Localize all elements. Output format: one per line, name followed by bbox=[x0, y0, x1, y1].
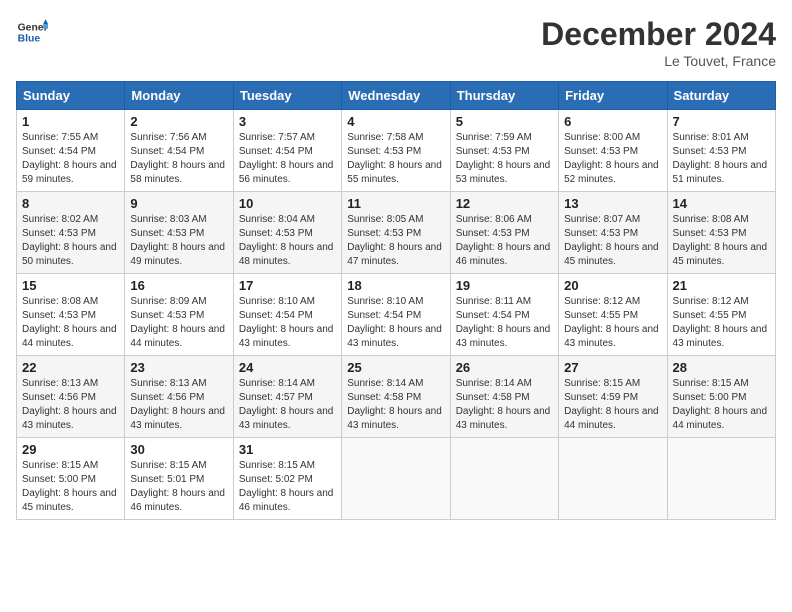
calendar-cell: 23Sunrise: 8:13 AM Sunset: 4:56 PM Dayli… bbox=[125, 356, 233, 438]
calendar-cell: 20Sunrise: 8:12 AM Sunset: 4:55 PM Dayli… bbox=[559, 274, 667, 356]
calendar-cell: 25Sunrise: 8:14 AM Sunset: 4:58 PM Dayli… bbox=[342, 356, 450, 438]
calendar-cell: 15Sunrise: 8:08 AM Sunset: 4:53 PM Dayli… bbox=[17, 274, 125, 356]
calendar-cell: 3Sunrise: 7:57 AM Sunset: 4:54 PM Daylig… bbox=[233, 110, 341, 192]
calendar-cell: 16Sunrise: 8:09 AM Sunset: 4:53 PM Dayli… bbox=[125, 274, 233, 356]
calendar-cell bbox=[342, 438, 450, 520]
calendar-week-4: 22Sunrise: 8:13 AM Sunset: 4:56 PM Dayli… bbox=[17, 356, 776, 438]
weekday-header-saturday: Saturday bbox=[667, 82, 775, 110]
weekday-header-thursday: Thursday bbox=[450, 82, 558, 110]
weekday-header-row: SundayMondayTuesdayWednesdayThursdayFrid… bbox=[17, 82, 776, 110]
weekday-header-tuesday: Tuesday bbox=[233, 82, 341, 110]
calendar-cell: 9Sunrise: 8:03 AM Sunset: 4:53 PM Daylig… bbox=[125, 192, 233, 274]
calendar-cell: 19Sunrise: 8:11 AM Sunset: 4:54 PM Dayli… bbox=[450, 274, 558, 356]
calendar-cell: 4Sunrise: 7:58 AM Sunset: 4:53 PM Daylig… bbox=[342, 110, 450, 192]
location: Le Touvet, France bbox=[541, 53, 776, 69]
weekday-header-monday: Monday bbox=[125, 82, 233, 110]
logo: General Blue bbox=[16, 16, 48, 48]
calendar-table: SundayMondayTuesdayWednesdayThursdayFrid… bbox=[16, 81, 776, 520]
calendar-cell bbox=[450, 438, 558, 520]
calendar-cell: 29Sunrise: 8:15 AM Sunset: 5:00 PM Dayli… bbox=[17, 438, 125, 520]
calendar-cell: 24Sunrise: 8:14 AM Sunset: 4:57 PM Dayli… bbox=[233, 356, 341, 438]
calendar-cell: 21Sunrise: 8:12 AM Sunset: 4:55 PM Dayli… bbox=[667, 274, 775, 356]
calendar-cell: 17Sunrise: 8:10 AM Sunset: 4:54 PM Dayli… bbox=[233, 274, 341, 356]
calendar-cell: 6Sunrise: 8:00 AM Sunset: 4:53 PM Daylig… bbox=[559, 110, 667, 192]
calendar-cell: 18Sunrise: 8:10 AM Sunset: 4:54 PM Dayli… bbox=[342, 274, 450, 356]
month-title: December 2024 bbox=[541, 16, 776, 53]
calendar-cell: 5Sunrise: 7:59 AM Sunset: 4:53 PM Daylig… bbox=[450, 110, 558, 192]
weekday-header-wednesday: Wednesday bbox=[342, 82, 450, 110]
calendar-cell: 7Sunrise: 8:01 AM Sunset: 4:53 PM Daylig… bbox=[667, 110, 775, 192]
calendar-week-1: 1Sunrise: 7:55 AM Sunset: 4:54 PM Daylig… bbox=[17, 110, 776, 192]
calendar-cell bbox=[559, 438, 667, 520]
calendar-cell: 28Sunrise: 8:15 AM Sunset: 5:00 PM Dayli… bbox=[667, 356, 775, 438]
calendar-cell: 12Sunrise: 8:06 AM Sunset: 4:53 PM Dayli… bbox=[450, 192, 558, 274]
calendar-cell: 22Sunrise: 8:13 AM Sunset: 4:56 PM Dayli… bbox=[17, 356, 125, 438]
calendar-cell: 10Sunrise: 8:04 AM Sunset: 4:53 PM Dayli… bbox=[233, 192, 341, 274]
calendar-cell: 11Sunrise: 8:05 AM Sunset: 4:53 PM Dayli… bbox=[342, 192, 450, 274]
calendar-cell: 13Sunrise: 8:07 AM Sunset: 4:53 PM Dayli… bbox=[559, 192, 667, 274]
calendar-cell: 2Sunrise: 7:56 AM Sunset: 4:54 PM Daylig… bbox=[125, 110, 233, 192]
weekday-header-friday: Friday bbox=[559, 82, 667, 110]
calendar-cell: 26Sunrise: 8:14 AM Sunset: 4:58 PM Dayli… bbox=[450, 356, 558, 438]
calendar-cell: 1Sunrise: 7:55 AM Sunset: 4:54 PM Daylig… bbox=[17, 110, 125, 192]
weekday-header-sunday: Sunday bbox=[17, 82, 125, 110]
page-header: General Blue December 2024 Le Touvet, Fr… bbox=[16, 16, 776, 69]
calendar-week-3: 15Sunrise: 8:08 AM Sunset: 4:53 PM Dayli… bbox=[17, 274, 776, 356]
title-area: December 2024 Le Touvet, France bbox=[541, 16, 776, 69]
calendar-week-2: 8Sunrise: 8:02 AM Sunset: 4:53 PM Daylig… bbox=[17, 192, 776, 274]
calendar-cell: 14Sunrise: 8:08 AM Sunset: 4:53 PM Dayli… bbox=[667, 192, 775, 274]
calendar-cell bbox=[667, 438, 775, 520]
calendar-cell: 8Sunrise: 8:02 AM Sunset: 4:53 PM Daylig… bbox=[17, 192, 125, 274]
calendar-cell: 30Sunrise: 8:15 AM Sunset: 5:01 PM Dayli… bbox=[125, 438, 233, 520]
calendar-week-5: 29Sunrise: 8:15 AM Sunset: 5:00 PM Dayli… bbox=[17, 438, 776, 520]
calendar-cell: 27Sunrise: 8:15 AM Sunset: 4:59 PM Dayli… bbox=[559, 356, 667, 438]
calendar-cell: 31Sunrise: 8:15 AM Sunset: 5:02 PM Dayli… bbox=[233, 438, 341, 520]
logo-icon: General Blue bbox=[16, 16, 48, 48]
svg-text:Blue: Blue bbox=[18, 34, 41, 45]
